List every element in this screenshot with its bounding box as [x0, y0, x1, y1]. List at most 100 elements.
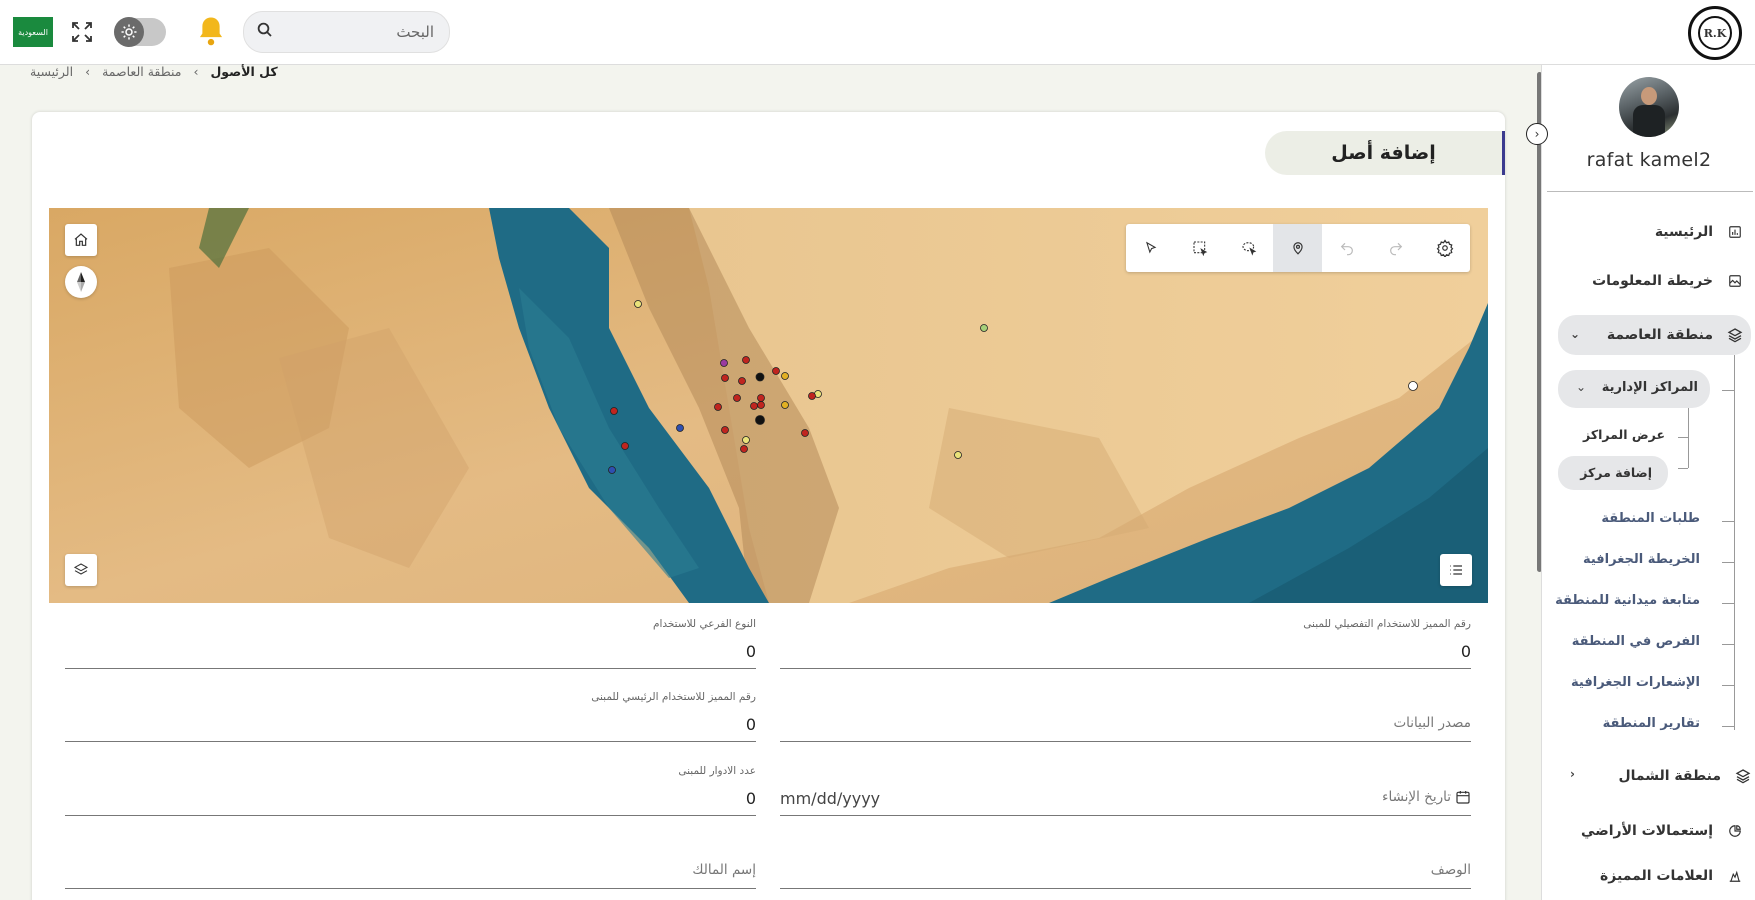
chevron-down-icon: ⌄ — [1570, 327, 1581, 341]
lasso-select-icon[interactable] — [1224, 224, 1273, 272]
chevron-left-icon: ‹ — [193, 63, 199, 79]
sidebar-item-label: منطقة العاصمة — [1606, 327, 1713, 343]
sidebar-sub-label: إضافة مركز — [1580, 465, 1652, 480]
field-value: 0 — [745, 789, 756, 808]
sidebar-item-label: منطقة الشمال — [1618, 768, 1721, 784]
sidebar-item-home[interactable]: الرئيسية — [1655, 221, 1755, 243]
sidebar-link-opportunities[interactable]: الفرص في المنطقة — [1572, 634, 1700, 649]
sub-use-type-field[interactable]: النوع الفرعي للاستخدام 0 — [65, 618, 756, 670]
tree-line — [1722, 685, 1734, 686]
field-underline — [780, 815, 1471, 816]
field-value: 0 — [745, 642, 756, 661]
field-underline — [65, 668, 756, 669]
sidebar-item-landmarks[interactable]: العلامات المميزة — [1600, 865, 1755, 887]
layers-icon — [1735, 768, 1751, 784]
tree-line — [1678, 437, 1688, 438]
field-placeholder: مصدر البيانات — [1393, 715, 1471, 731]
theme-toggle[interactable] — [114, 17, 166, 47]
home-icon[interactable] — [65, 224, 97, 256]
sun-icon — [114, 17, 144, 47]
chevron-right-icon: › — [1534, 127, 1540, 141]
sidebar-sub-view-centers[interactable]: عرض المراكز — [1583, 427, 1665, 442]
sidebar-item-land-use[interactable]: إستعمالات الأراضي — [1581, 820, 1755, 842]
layers-icon[interactable] — [65, 554, 97, 586]
sidebar-item-capital[interactable]: منطقة العاصمة ⌄ — [1558, 315, 1751, 355]
chevron-down-icon: ⌄ — [1576, 380, 1587, 394]
sidebar-link-geo-map[interactable]: الخريطة الجغرافية — [1583, 552, 1700, 567]
tree-line — [1722, 562, 1734, 563]
main-use-code-field[interactable]: رقم المميز للاستخدام الرئيسي للمبنى 0 — [65, 691, 756, 743]
undo-icon[interactable] — [1322, 224, 1371, 272]
field-value: 0 — [745, 715, 756, 734]
field-label: رقم المميز للاستخدام الرئيسي للمبنى — [591, 691, 756, 703]
sidebar-item-label: خريطة المعلومات — [1592, 273, 1713, 289]
sidebar-sub-add-center[interactable]: إضافة مركز — [1558, 456, 1668, 490]
field-placeholder: إسم المالك — [692, 862, 756, 878]
tree-line — [1722, 390, 1734, 391]
search-box[interactable] — [243, 11, 450, 53]
legend-list-icon[interactable] — [1440, 554, 1472, 586]
breadcrumb-home[interactable]: الرئيسية — [30, 64, 73, 79]
field-underline — [780, 668, 1471, 669]
sidebar-link-region-reports[interactable]: تقارير المنطقة — [1603, 716, 1700, 731]
sidebar-sub-admin-centers[interactable]: المراكز الإدارية ⌄ — [1558, 370, 1710, 408]
username: rafat kamel2 — [1586, 149, 1712, 171]
sidebar-link-geo-notifications[interactable]: الإشعارات الجغرافية — [1571, 675, 1700, 690]
pie-chart-icon — [1727, 823, 1743, 839]
owner-name-field[interactable]: إسم المالك — [65, 838, 756, 890]
sidebar-item-info-map[interactable]: خريطة المعلومات — [1592, 270, 1755, 292]
pin-icon[interactable] — [1273, 224, 1322, 272]
avatar[interactable] — [1619, 77, 1679, 137]
sidebar-link-region-requests[interactable]: طلبات المنطقة — [1601, 511, 1700, 526]
chevron-left-icon: ‹ — [85, 63, 91, 79]
chart-icon — [1727, 224, 1743, 240]
field-value: 0 — [1460, 642, 1471, 661]
map-toolbar — [1126, 224, 1470, 272]
detailed-use-code-field[interactable]: رقم المميز للاستخدام التفصيلي للمبنى 0 — [780, 618, 1471, 670]
field-label: عدد الادوار للمبنى — [678, 765, 756, 777]
tree-line — [1678, 468, 1688, 469]
fullscreen-icon[interactable] — [70, 20, 94, 44]
layers-icon — [1727, 327, 1743, 343]
field-underline — [780, 888, 1471, 889]
pointer-icon[interactable] — [1126, 224, 1175, 272]
logo-text: R.K — [1698, 16, 1732, 50]
map-view[interactable] — [49, 208, 1488, 603]
notification-bell-icon[interactable] — [196, 15, 226, 47]
compass-icon[interactable] — [65, 266, 97, 298]
creation-date-field[interactable]: mm/dd/yyyy تاريخ الإنشاء — [780, 765, 1471, 817]
image-icon — [1727, 273, 1743, 289]
breadcrumb-region[interactable]: منطقة العاصمة — [102, 64, 181, 79]
field-underline — [780, 741, 1471, 742]
sidebar-link-field-followup[interactable]: متابعة ميدانية للمنطقة — [1555, 593, 1700, 608]
data-source-field[interactable]: مصدر البيانات — [780, 691, 1471, 743]
tree-line — [1734, 355, 1735, 730]
sidebar: rafat kamel2 الرئيسية خريطة المعلومات من… — [1541, 65, 1755, 900]
search-icon — [256, 21, 274, 43]
description-field[interactable]: الوصف — [780, 838, 1471, 890]
breadcrumb: الرئيسية ‹ منطقة العاصمة ‹ كل الأصول — [30, 61, 278, 81]
date-input[interactable]: mm/dd/yyyy — [780, 789, 880, 808]
sidebar-sub-label: المراكز الإدارية — [1601, 380, 1698, 395]
floors-count-field[interactable]: عدد الادوار للمبنى 0 — [65, 765, 756, 817]
tree-line — [1722, 726, 1734, 727]
sidebar-item-north[interactable]: منطقة الشمال ‹ — [1570, 765, 1755, 787]
page-title: إضافة أصل — [1265, 131, 1505, 175]
sidebar-item-label: الرئيسية — [1654, 224, 1713, 240]
sidebar-collapse-button[interactable]: › — [1526, 123, 1548, 145]
settings-icon[interactable] — [1420, 224, 1469, 272]
landmark-icon — [1727, 868, 1743, 884]
tree-line — [1722, 603, 1734, 604]
saudi-flag-icon: السعودية — [13, 17, 53, 47]
field-underline — [65, 741, 756, 742]
calendar-icon[interactable] — [1455, 789, 1471, 809]
rect-select-icon[interactable] — [1175, 224, 1224, 272]
field-underline — [65, 888, 756, 889]
search-input[interactable] — [284, 23, 434, 41]
field-placeholder: الوصف — [1430, 862, 1471, 878]
divider — [1547, 191, 1753, 192]
top-bar: السعودية R.K — [0, 0, 1755, 65]
tree-line — [1722, 521, 1734, 522]
logo: R.K — [1688, 6, 1742, 60]
redo-icon[interactable] — [1371, 224, 1420, 272]
